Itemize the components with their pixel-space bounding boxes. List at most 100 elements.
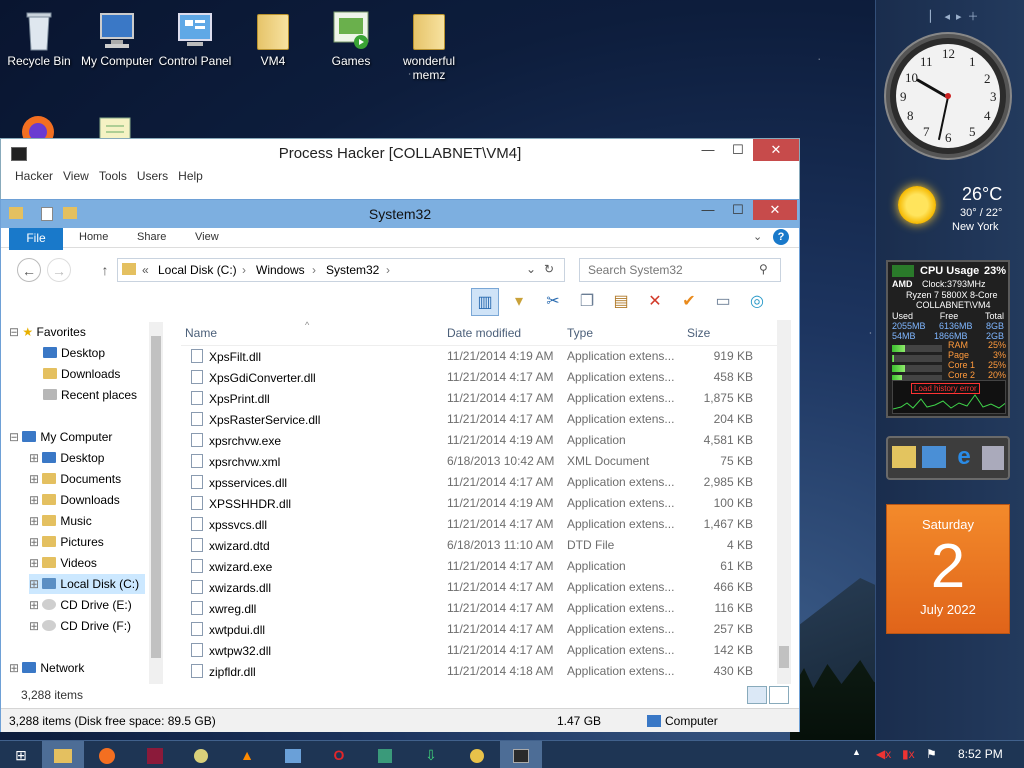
tree-item-documents[interactable]: ⊞ Documents: [29, 469, 121, 489]
file-row[interactable]: xwtpw32.dll 11/21/2014 4:17 AM Application…: [181, 640, 777, 661]
new-folder-icon[interactable]: [63, 207, 77, 219]
file-row[interactable]: xpsrchvw.exe 11/21/2014 4:19 AM Applicatio…: [181, 430, 777, 451]
file-row[interactable]: XpsFilt.dll 11/21/2014 4:19 AM Application…: [181, 346, 777, 367]
back-button[interactable]: ←: [17, 258, 41, 282]
tree-item-downloads[interactable]: ⊞ Downloads: [29, 490, 120, 510]
taskbar-app2[interactable]: [364, 741, 406, 768]
properties-icon[interactable]: [41, 207, 53, 221]
file-row[interactable]: XPSSHHDR.dll 11/21/2014 4:19 AM Applicatio…: [181, 493, 777, 514]
column-size[interactable]: Size: [687, 326, 710, 340]
breadcrumb-overflow[interactable]: «: [142, 263, 149, 277]
tree-item-local-disk[interactable]: ⊞ Local Disk (C:): [29, 574, 146, 594]
process-hacker-window[interactable]: Process Hacker [COLLABNET\VM4] — ☐ ✕ Hac…: [0, 138, 800, 202]
column-name[interactable]: Name: [185, 326, 217, 340]
file-row[interactable]: xwizards.dll 11/21/2014 4:17 AM Applicatio…: [181, 577, 777, 598]
column-type[interactable]: Type: [567, 326, 593, 340]
copy-icon[interactable]: ❐: [573, 288, 601, 316]
address-bar[interactable]: « Local Disk (C:) › Windows › System32 ›…: [117, 258, 565, 282]
desktop-icon-vm4[interactable]: VM4: [234, 8, 312, 68]
tree-favorites[interactable]: ⊟ ★ Favorites: [9, 322, 86, 342]
file-row[interactable]: XpsPrint.dll 11/21/2014 4:17 AM Applicatio…: [181, 388, 777, 409]
column-date-modified[interactable]: Date modified: [447, 326, 521, 340]
refresh-icon[interactable]: ↻: [544, 262, 554, 276]
file-row[interactable]: XpsRasterService.dll 11/21/2014 4:17 AM Ap…: [181, 409, 777, 430]
delete-icon[interactable]: ✕: [641, 288, 669, 316]
folder-options-icon[interactable]: ▾: [505, 288, 533, 316]
file-row[interactable]: zipfldr.dll 11/21/2014 4:18 AM Application…: [181, 661, 777, 682]
ribbon-tab-view[interactable]: View: [195, 231, 219, 243]
taskbar-process-hacker[interactable]: [500, 741, 542, 768]
menu-view[interactable]: View: [63, 169, 89, 189]
details-view-button[interactable]: [747, 686, 767, 704]
tree-item-music[interactable]: ⊞ Music: [29, 511, 92, 531]
menu-users[interactable]: Users: [137, 169, 168, 189]
tree-item-recent[interactable]: Recent places: [43, 385, 137, 405]
taskbar-app[interactable]: [272, 741, 314, 768]
file-row[interactable]: xwizard.dtd 6/18/2013 11:10 AM DTD File 4 K…: [181, 535, 777, 556]
tree-my-computer[interactable]: ⊟ My Computer: [9, 427, 112, 447]
tree-item-downloads-fav[interactable]: Downloads: [43, 364, 120, 384]
minimize-button[interactable]: —: [693, 139, 723, 161]
minimize-button[interactable]: —: [693, 200, 723, 220]
firefox-shortcut-icon[interactable]: [16, 110, 60, 148]
menu-tools[interactable]: Tools: [99, 169, 127, 189]
folder-icon[interactable]: [892, 446, 916, 468]
forward-button[interactable]: →: [47, 258, 71, 282]
file-row[interactable]: XpsGdiConverter.dll 11/21/2014 4:17 AM App…: [181, 367, 777, 388]
cut-icon[interactable]: ✂: [539, 288, 567, 316]
explorer-titlebar[interactable]: System32 — ☐ ✕: [1, 200, 799, 228]
menu-help[interactable]: Help: [178, 169, 203, 189]
desktop-icon-wonderful-memz[interactable]: wonderful memz: [390, 8, 468, 82]
file-row[interactable]: xwizard.exe 11/21/2014 4:17 AM Application…: [181, 556, 777, 577]
taskbar-media-player[interactable]: [180, 741, 222, 768]
maximize-button[interactable]: ☐: [723, 200, 753, 220]
computer-icon[interactable]: [922, 446, 946, 468]
taskbar-file-explorer[interactable]: [42, 741, 84, 768]
menu-hacker[interactable]: Hacker: [15, 169, 53, 189]
tray-expand-icon[interactable]: ▲: [852, 747, 861, 757]
file-list-scrollbar[interactable]: [777, 320, 791, 684]
tree-item-videos[interactable]: ⊞ Videos: [29, 553, 97, 573]
sidebar-controls[interactable]: ▏◂▸＋: [930, 8, 985, 24]
nav-pane-scrollbar[interactable]: [149, 322, 163, 684]
rename-icon[interactable]: ▭: [709, 288, 737, 316]
search-icon[interactable]: ⚲: [759, 262, 768, 276]
ribbon-tab-home[interactable]: Home: [79, 231, 108, 243]
tree-network[interactable]: ⊞ Network: [9, 658, 84, 678]
desktop-icon-recycle-bin[interactable]: Recycle Bin: [0, 8, 78, 68]
paste-icon[interactable]: ▤: [607, 288, 635, 316]
desktop-icon-games[interactable]: Games: [312, 8, 390, 68]
breadcrumb-local-disk[interactable]: Local Disk (C:): [158, 263, 237, 277]
file-row[interactable]: xpsservices.dll 11/21/2014 4:17 AM Applica…: [181, 472, 777, 493]
taskbar-firefox[interactable]: [86, 741, 128, 768]
breadcrumb-system32[interactable]: System32: [326, 263, 379, 277]
ribbon-file-tab[interactable]: File: [9, 228, 63, 250]
action-center-icon[interactable]: ⚑: [926, 747, 937, 761]
tree-item-pictures[interactable]: ⊞ Pictures: [29, 532, 104, 552]
chevron-right-icon[interactable]: ›: [312, 263, 316, 277]
tree-item-desktop-fav[interactable]: Desktop: [43, 343, 105, 363]
help-icon[interactable]: ?: [773, 229, 789, 245]
start-button[interactable]: ⊞: [0, 741, 42, 768]
desktop-icon-my-computer[interactable]: My Computer: [78, 8, 156, 68]
breadcrumb-windows[interactable]: Windows: [256, 263, 305, 277]
chevron-right-icon[interactable]: ›: [386, 263, 390, 277]
recycle-bin-icon[interactable]: [982, 446, 1004, 470]
close-button[interactable]: ✕: [753, 200, 797, 220]
maximize-button[interactable]: ☐: [723, 139, 753, 161]
chevron-right-icon[interactable]: ›: [242, 263, 246, 277]
taskbar-clock[interactable]: 8:52 PM: [958, 747, 1003, 761]
search-input[interactable]: Search System32: [579, 258, 781, 282]
tree-item-desktop[interactable]: ⊞ Desktop: [29, 448, 104, 468]
ribbon-expand-icon[interactable]: ⌄: [753, 230, 762, 243]
desktop-icon-control-panel[interactable]: Control Panel: [156, 8, 234, 68]
file-row[interactable]: xwtpdui.dll 11/21/2014 4:17 AM Application…: [181, 619, 777, 640]
taskbar-winrar[interactable]: [134, 741, 176, 768]
large-icons-view-button[interactable]: [769, 686, 789, 704]
tree-item-cd-drive-f[interactable]: ⊞ CD Drive (F:): [29, 616, 131, 636]
internet-explorer-icon[interactable]: e: [952, 444, 976, 470]
network-error-icon[interactable]: ▮x: [902, 747, 915, 761]
taskbar-app4[interactable]: [456, 741, 498, 768]
close-button[interactable]: ✕: [753, 139, 799, 161]
up-button[interactable]: ↑: [93, 258, 117, 282]
